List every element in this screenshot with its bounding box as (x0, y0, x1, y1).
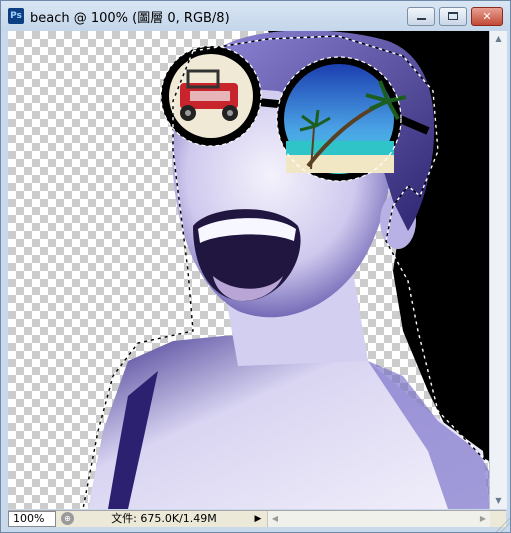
close-button[interactable]: ✕ (471, 7, 503, 26)
document-title: beach @ 100% (圖層 0, RGB/8) (30, 11, 230, 26)
scroll-down-icon[interactable]: ▼ (490, 493, 507, 509)
maximize-icon (448, 12, 458, 20)
minimize-icon (417, 18, 426, 20)
canvas-artwork (82, 31, 489, 509)
navigator-icon[interactable]: ⊕ (61, 512, 74, 525)
close-icon: ✕ (482, 10, 492, 23)
resize-grip-icon[interactable] (494, 516, 510, 532)
status-menu-arrow-icon[interactable]: ▶ (251, 511, 265, 527)
scroll-up-icon[interactable]: ▲ (490, 31, 507, 47)
zoom-level-field[interactable]: 100% (8, 511, 56, 527)
scroll-right-icon[interactable]: ▶ (476, 511, 490, 527)
title-bar[interactable]: Ps beach @ 100% (圖層 0, RGB/8) ✕ (1, 1, 510, 31)
status-bar: 100% ⊕ 文件: 675.0K/1.49M ▶ ◀ ▶ (8, 510, 506, 527)
document-canvas[interactable] (8, 31, 489, 509)
vertical-scrollbar[interactable]: ▲ ▼ (489, 31, 507, 509)
scroll-left-icon[interactable]: ◀ (268, 511, 282, 527)
photoshop-app-icon[interactable]: Ps (8, 8, 24, 24)
horizontal-scrollbar[interactable]: ◀ ▶ (267, 511, 490, 527)
minimize-button[interactable] (407, 7, 435, 26)
document-size-info: 文件: 675.0K/1.49M (111, 512, 217, 525)
left-lens-car-image (169, 54, 253, 138)
maximize-button[interactable] (439, 7, 467, 26)
photoshop-document-window: Ps beach @ 100% (圖層 0, RGB/8) ✕ ▲ ▼ 100%… (0, 0, 511, 533)
